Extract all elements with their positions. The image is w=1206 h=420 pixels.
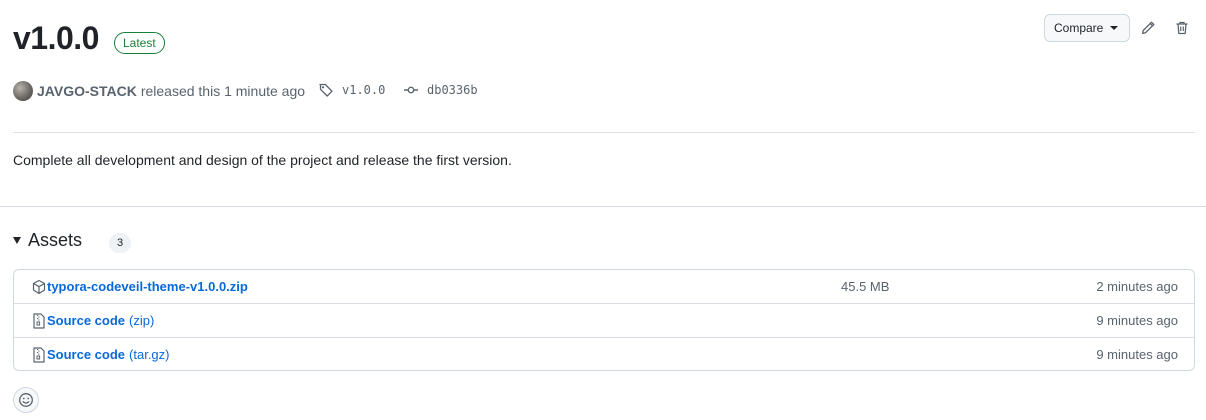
author-link[interactable]: JAVGO-STACK — [37, 83, 137, 99]
asset-link[interactable]: Source code (tar.gz) — [47, 347, 170, 362]
assets-count-badge: 3 — [109, 233, 131, 253]
release-meta: JAVGO-STACK released this 1 minute ago — [13, 80, 305, 102]
tag-link[interactable]: v1.0.0 — [318, 82, 385, 98]
asset-format: (tar.gz) — [129, 347, 170, 362]
avatar[interactable] — [13, 81, 33, 101]
asset-link[interactable]: Source code (zip) — [47, 313, 154, 328]
assets-toggle[interactable]: Assets — [13, 230, 82, 251]
asset-name: Source code — [47, 313, 126, 328]
asset-row: typora-codeveil-theme-v1.0.0.zip 45.5 MB… — [14, 270, 1194, 303]
commit-link[interactable]: db0336b — [403, 82, 478, 98]
git-commit-icon — [404, 86, 418, 94]
add-reaction-button[interactable] — [13, 387, 39, 413]
asset-row: Source code (zip) 9 minutes ago — [14, 303, 1194, 337]
release-description: Complete all development and design of t… — [13, 152, 512, 168]
asset-size: 45.5 MB — [841, 279, 890, 294]
divider — [0, 206, 1206, 207]
file-zip-icon — [32, 347, 46, 363]
edit-button[interactable] — [1137, 16, 1159, 40]
released-text: released this 1 minute ago — [140, 83, 306, 99]
commit-label: db0336b — [427, 83, 478, 97]
latest-badge: Latest — [114, 32, 165, 54]
package-icon — [32, 279, 46, 295]
smiley-icon — [19, 393, 33, 407]
asset-name: Source code — [47, 347, 126, 362]
asset-time: 2 minutes ago — [1096, 279, 1178, 294]
compare-button-label: Compare — [1054, 21, 1104, 35]
delete-button[interactable] — [1171, 16, 1193, 40]
asset-row: Source code (tar.gz) 9 minutes ago — [14, 337, 1194, 370]
tag-label: v1.0.0 — [342, 83, 386, 97]
asset-format: (zip) — [129, 313, 155, 328]
triangle-down-icon — [1110, 26, 1119, 30]
asset-link[interactable]: typora-codeveil-theme-v1.0.0.zip — [47, 279, 248, 294]
asset-time: 9 minutes ago — [1096, 313, 1178, 328]
assets-list: typora-codeveil-theme-v1.0.0.zip 45.5 MB… — [13, 269, 1195, 371]
assets-title: Assets — [28, 230, 83, 250]
compare-button[interactable]: Compare — [1044, 14, 1130, 42]
release-title: v1.0.0 — [13, 20, 99, 56]
triangle-down-icon — [13, 237, 21, 244]
tag-icon — [319, 83, 333, 97]
file-zip-icon — [32, 313, 46, 329]
asset-time: 9 minutes ago — [1096, 347, 1178, 362]
pencil-icon — [1141, 21, 1155, 35]
trash-icon — [1176, 21, 1188, 35]
divider — [13, 132, 1195, 133]
